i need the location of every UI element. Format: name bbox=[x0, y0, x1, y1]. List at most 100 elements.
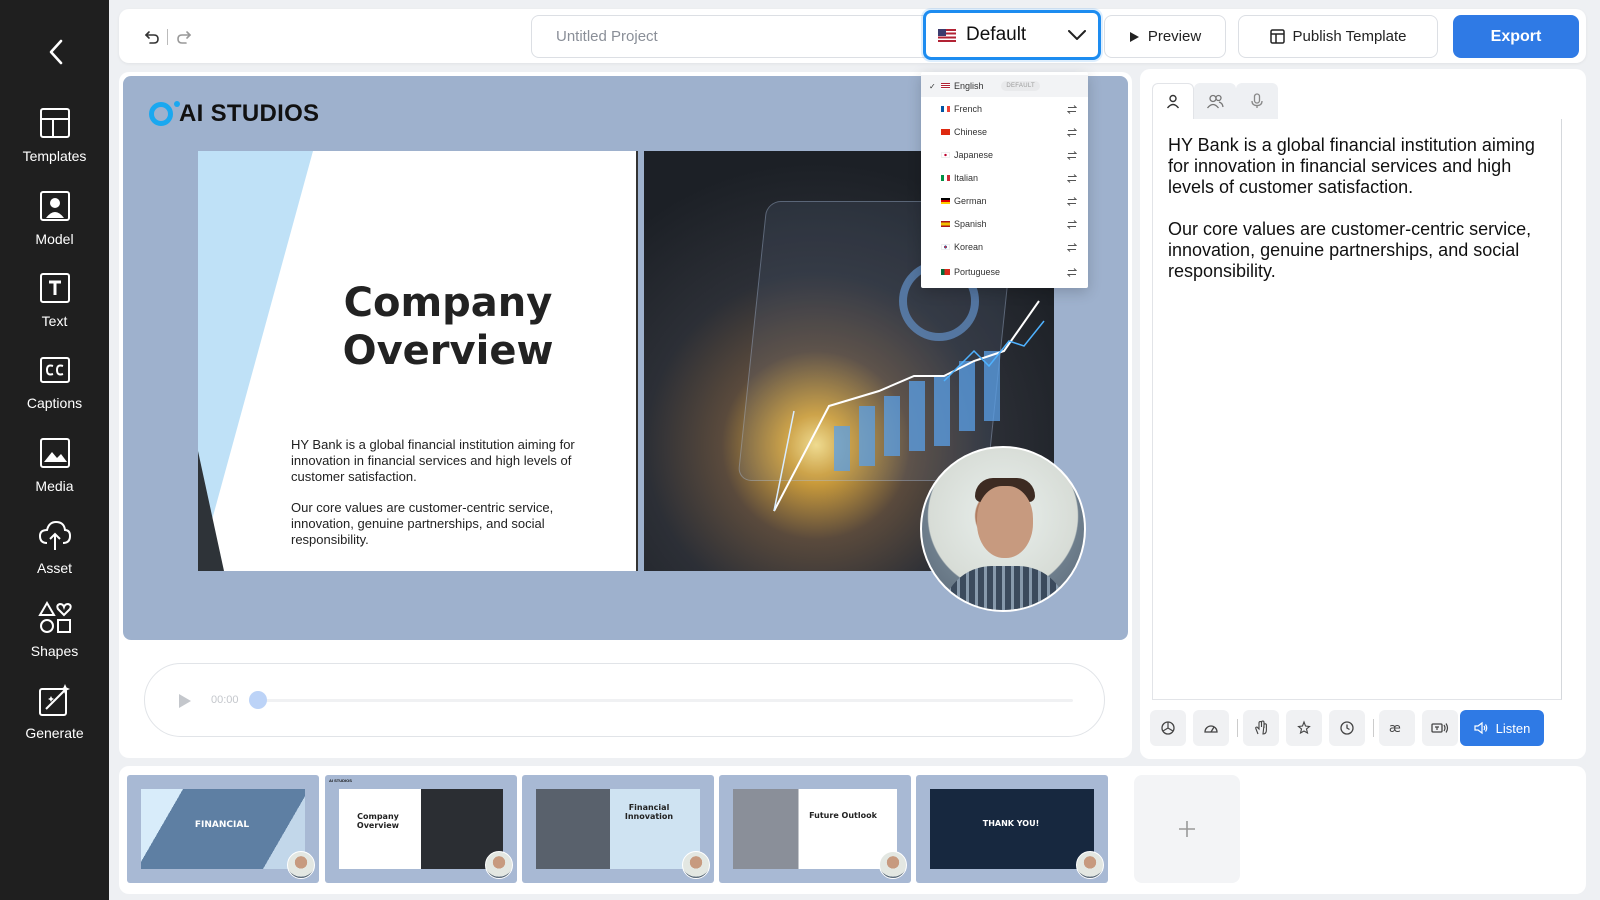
redo-button[interactable] bbox=[173, 26, 195, 48]
top-toolbar: Default Preview Publish Template Export bbox=[119, 9, 1586, 63]
divider bbox=[1373, 719, 1374, 737]
scene-avatar bbox=[682, 851, 710, 879]
chinese-flag-icon bbox=[941, 129, 950, 135]
swap-icon[interactable] bbox=[1066, 150, 1078, 160]
pronunciation-button[interactable]: æ bbox=[1379, 710, 1415, 746]
divider bbox=[1237, 719, 1238, 737]
openai-icon bbox=[1161, 721, 1175, 735]
sidebar-item-generate[interactable]: Generate bbox=[0, 683, 109, 759]
scene-thumbnail[interactable]: AI STUDIOS Company Overview bbox=[325, 775, 517, 883]
scene-thumbnail[interactable]: Future Outlook bbox=[719, 775, 911, 883]
sparkle-icon bbox=[38, 683, 72, 717]
tab-single-avatar[interactable] bbox=[1152, 83, 1194, 119]
slide-body-text[interactable]: HY Bank is a global financial institutio… bbox=[291, 437, 611, 548]
preview-button[interactable]: Preview bbox=[1104, 15, 1226, 58]
shapes-icon bbox=[37, 601, 72, 635]
scene-thumbnail[interactable]: Financial Innovation bbox=[522, 775, 714, 883]
publish-template-button[interactable]: Publish Template bbox=[1238, 15, 1438, 58]
pause-button[interactable] bbox=[1329, 710, 1365, 746]
italian-flag-icon bbox=[941, 175, 950, 181]
us-flag-icon bbox=[941, 83, 950, 89]
presenter-avatar[interactable] bbox=[920, 446, 1086, 612]
language-option-english[interactable]: ✓ English DEFAULT bbox=[921, 75, 1088, 97]
language-option-japanese[interactable]: Japanese bbox=[921, 144, 1088, 166]
back-button[interactable] bbox=[38, 34, 74, 70]
language-option-chinese[interactable]: Chinese bbox=[921, 121, 1088, 143]
language-option-german[interactable]: German bbox=[921, 190, 1088, 212]
language-option-spanish[interactable]: Spanish bbox=[921, 213, 1088, 235]
speedometer-icon bbox=[1204, 725, 1218, 733]
swap-icon[interactable] bbox=[1066, 104, 1078, 114]
swap-icon[interactable] bbox=[1066, 127, 1078, 137]
language-option-korean[interactable]: Korean bbox=[921, 236, 1088, 258]
slide-text-card[interactable]: Company Overview HY Bank is a global fin… bbox=[198, 151, 638, 571]
chevron-down-icon bbox=[1068, 26, 1086, 44]
undo-button[interactable] bbox=[141, 26, 163, 48]
japanese-flag-icon bbox=[941, 152, 950, 158]
swap-icon[interactable] bbox=[1066, 196, 1078, 206]
portuguese-flag-icon bbox=[941, 269, 950, 275]
sidebar-item-label: Model bbox=[35, 231, 74, 247]
people-icon bbox=[1206, 94, 1224, 108]
play-button[interactable] bbox=[175, 690, 195, 712]
korean-flag-icon bbox=[941, 244, 950, 250]
scene-title: FINANCIAL bbox=[194, 820, 250, 830]
language-select-value: Default bbox=[966, 24, 1027, 45]
scene-thumbnail[interactable]: FINANCIAL bbox=[127, 775, 319, 883]
script-panel: HY Bank is a global financial institutio… bbox=[1140, 69, 1586, 759]
speed-button[interactable] bbox=[1193, 710, 1229, 746]
play-icon bbox=[1129, 31, 1139, 42]
add-scene-button[interactable] bbox=[1134, 775, 1240, 883]
captions-icon bbox=[38, 353, 72, 387]
language-option-french[interactable]: French bbox=[921, 98, 1088, 120]
scene-title: THANK YOU! bbox=[982, 819, 1040, 828]
timeline-scrubber[interactable] bbox=[249, 691, 267, 709]
script-text[interactable]: HY Bank is a global financial institutio… bbox=[1168, 135, 1548, 282]
spanish-flag-icon bbox=[941, 221, 950, 227]
listen-button-label: Listen bbox=[1495, 720, 1531, 736]
effect-button[interactable] bbox=[1286, 710, 1322, 746]
sidebar-item-templates[interactable]: Templates bbox=[0, 106, 109, 182]
timeline-player: 00:00 bbox=[144, 663, 1105, 737]
sidebar-item-captions[interactable]: Captions bbox=[0, 353, 109, 429]
sidebar-item-model[interactable]: Model bbox=[0, 189, 109, 265]
sidebar-item-asset[interactable]: Asset bbox=[0, 518, 109, 594]
logo-text: AI STUDIOS bbox=[179, 100, 320, 127]
ai-assist-button[interactable] bbox=[1150, 710, 1186, 746]
publish-button-label: Publish Template bbox=[1292, 28, 1407, 45]
image-icon bbox=[38, 436, 72, 470]
export-button-label: Export bbox=[1490, 27, 1542, 45]
swap-icon[interactable] bbox=[1066, 219, 1078, 229]
tab-voice[interactable] bbox=[1236, 83, 1278, 119]
sidebar-item-text[interactable]: Text bbox=[0, 271, 109, 347]
tab-multi-avatar[interactable] bbox=[1194, 83, 1236, 119]
check-icon: ✓ bbox=[929, 81, 936, 91]
microphone-icon bbox=[1251, 93, 1263, 108]
text-to-speech-settings-button[interactable] bbox=[1422, 710, 1458, 746]
swap-icon[interactable] bbox=[1066, 173, 1078, 183]
scene-thumbnail[interactable]: THANK YOU! bbox=[916, 775, 1108, 883]
language-option-italian[interactable]: Italian bbox=[921, 167, 1088, 189]
magic-icon bbox=[1297, 720, 1311, 735]
project-name-input[interactable] bbox=[531, 15, 931, 58]
clock-icon bbox=[1340, 721, 1354, 735]
swap-icon[interactable] bbox=[1066, 267, 1078, 277]
export-button[interactable]: Export bbox=[1453, 15, 1579, 58]
sidebar-item-shapes[interactable]: Shapes bbox=[0, 601, 109, 677]
language-option-portuguese[interactable]: Portuguese bbox=[921, 261, 1088, 283]
us-flag-icon bbox=[938, 28, 956, 42]
slide-title[interactable]: Company Overview bbox=[278, 279, 618, 375]
gesture-button[interactable] bbox=[1243, 710, 1279, 746]
text-speech-icon bbox=[1431, 723, 1449, 733]
listen-button[interactable]: Listen bbox=[1460, 710, 1544, 746]
cloud-upload-icon bbox=[38, 518, 72, 552]
sidebar-item-label: Text bbox=[41, 313, 68, 329]
sidebar-item-label: Media bbox=[35, 478, 74, 494]
sidebar-item-label: Shapes bbox=[30, 643, 79, 659]
sidebar-item-media[interactable]: Media bbox=[0, 436, 109, 512]
default-badge: DEFAULT bbox=[1001, 81, 1040, 91]
sidebar-item-label: Asset bbox=[36, 560, 72, 576]
swap-icon[interactable] bbox=[1066, 242, 1078, 252]
language-select[interactable]: Default bbox=[923, 10, 1101, 60]
timeline-track[interactable] bbox=[255, 699, 1073, 702]
